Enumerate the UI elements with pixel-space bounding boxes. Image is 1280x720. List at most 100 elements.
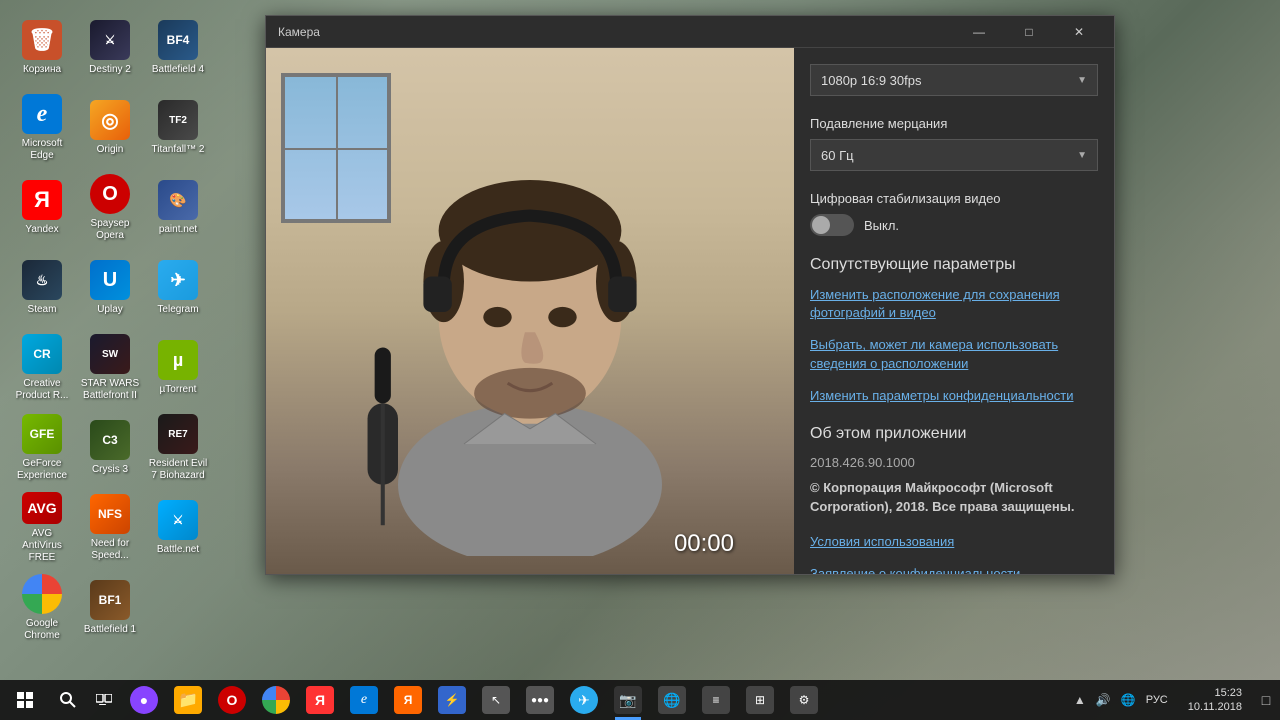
taskbar-search-button[interactable] bbox=[50, 680, 86, 720]
desktop-icon-opera[interactable]: O Spaysep Opera bbox=[76, 168, 144, 248]
taskbar-edge[interactable]: e bbox=[342, 680, 386, 720]
stabilization-toggle[interactable] bbox=[810, 214, 854, 236]
start-icon bbox=[17, 692, 33, 708]
about-app-group: Об этом приложении 2018.426.90.1000 © Ко… bbox=[810, 425, 1098, 574]
desktop-icon-paintnet[interactable]: 🎨 paint.net bbox=[144, 168, 212, 248]
desktop-icon-basket[interactable]: 🗑 Корзина bbox=[8, 8, 76, 88]
minimize-button[interactable]: — bbox=[956, 18, 1002, 46]
stabilization-label: Цифровая стабилизация видео bbox=[810, 191, 1098, 206]
desktop-icon-starwars[interactable]: SW STAR WARS Battlefront II bbox=[76, 328, 144, 408]
taskbar-camera[interactable]: 📷 bbox=[606, 680, 650, 720]
chrome-label: Google Chrome bbox=[12, 618, 72, 642]
nfs-icon: NFS bbox=[90, 494, 130, 534]
taskbar-app1[interactable]: ⚡ bbox=[430, 680, 474, 720]
resolution-group: 1080р 16:9 30fps ▼ bbox=[810, 64, 1098, 96]
maximize-button[interactable]: □ bbox=[1006, 18, 1052, 46]
taskbar-globe[interactable]: 🌐 bbox=[650, 680, 694, 720]
location-access-link[interactable]: Выбрать, может ли камера использовать св… bbox=[810, 336, 1098, 372]
desktop-icon-bf4[interactable]: BF4 Battlefield 4 bbox=[144, 8, 212, 88]
related-params-group: Сопутствующие параметры Изменить располо… bbox=[810, 256, 1098, 405]
utorrent-icon: µ bbox=[158, 340, 198, 380]
tray-language[interactable]: РУС bbox=[1142, 680, 1172, 720]
creative-label: Creative Product R... bbox=[12, 378, 72, 402]
desktop-icon-bf1[interactable]: BF1 Battlefield 1 bbox=[76, 568, 144, 648]
flicker-dropdown[interactable]: 60 Гц ▼ bbox=[810, 139, 1098, 171]
taskbar-yandex2[interactable]: Я bbox=[386, 680, 430, 720]
desktop-icons: 🗑 Корзина e Microsoft Edge Я Yandex ♨ St… bbox=[0, 0, 200, 680]
stabilization-toggle-row: Выкл. bbox=[810, 214, 1098, 236]
taskbar-yandex[interactable]: Я bbox=[298, 680, 342, 720]
edge-icon: e bbox=[22, 94, 62, 134]
yandex-icon: Я bbox=[22, 180, 62, 220]
taskview-icon bbox=[96, 694, 112, 706]
resolution-dropdown[interactable]: 1080р 16:9 30fps ▼ bbox=[810, 64, 1098, 96]
camera-feed: 00:00 bbox=[266, 48, 794, 574]
desktop-icon-telegram[interactable]: ✈ Telegram bbox=[144, 248, 212, 328]
taskview-button[interactable] bbox=[86, 680, 122, 720]
resident-label: Resident Evil 7 Biohazard bbox=[148, 458, 208, 482]
taskbar-list[interactable]: ≡ bbox=[694, 680, 738, 720]
geforce-label: GeForce Experience bbox=[12, 458, 72, 482]
clock[interactable]: 15:23 10.11.2018 bbox=[1178, 680, 1252, 720]
window-content: 00:00 1080р 16:9 30fps ▼ Подавление мерц… bbox=[266, 48, 1114, 574]
steam-icon: ♨ bbox=[22, 260, 62, 300]
settings-panel: 1080р 16:9 30fps ▼ Подавление мерцания 6… bbox=[794, 48, 1114, 574]
opera-icon: O bbox=[90, 174, 130, 214]
desktop-icon-steam[interactable]: ♨ Steam bbox=[8, 248, 76, 328]
tray-volume[interactable]: 🔊 bbox=[1092, 680, 1115, 720]
destiny-icon: ⚔ bbox=[90, 20, 130, 60]
taskbar-apps: ● 📁 O Я e Я bbox=[122, 680, 1064, 720]
titanfall-icon: TF2 bbox=[158, 100, 198, 140]
desktop-icon-yandex[interactable]: Я Yandex bbox=[8, 168, 76, 248]
desktop-icon-battle[interactable]: ⚔ Battle.net bbox=[144, 488, 212, 568]
taskbar-system-tray: ▲ 🔊 🌐 РУС bbox=[1064, 680, 1178, 720]
desktop-icon-crysis[interactable]: C3 Crysis 3 bbox=[76, 408, 144, 488]
save-location-link[interactable]: Изменить расположение для сохранения фот… bbox=[810, 286, 1098, 322]
crysis-icon: C3 bbox=[90, 420, 130, 460]
taskbar-explorer[interactable]: 📁 bbox=[166, 680, 210, 720]
flicker-group: Подавление мерцания 60 Гц ▼ bbox=[810, 116, 1098, 171]
taskbar-dots[interactable]: ●●● bbox=[518, 680, 562, 720]
titanfall-label: Titanfall™ 2 bbox=[152, 144, 205, 156]
terms-link[interactable]: Условия использования bbox=[810, 533, 1098, 551]
start-button[interactable] bbox=[0, 680, 50, 720]
desktop-icon-destiny[interactable]: ⚔ Destiny 2 bbox=[76, 8, 144, 88]
desktop-icon-geforce[interactable]: GFE GeForce Experience bbox=[8, 408, 76, 488]
close-button[interactable]: ✕ bbox=[1056, 18, 1102, 46]
desktop-icon-avg[interactable]: AVG AVG AntiVirus FREE bbox=[8, 488, 76, 568]
geforce-icon: GFE bbox=[22, 414, 62, 454]
desktop-icon-titanfall[interactable]: TF2 Titanfall™ 2 bbox=[144, 88, 212, 168]
origin-icon: ◎ bbox=[90, 100, 130, 140]
paintnet-label: paint.net bbox=[159, 224, 197, 236]
desktop-icon-edge[interactable]: e Microsoft Edge bbox=[8, 88, 76, 168]
desktop-icon-creative[interactable]: CR Creative Product R... bbox=[8, 328, 76, 408]
window-controls: — □ ✕ bbox=[956, 18, 1102, 46]
taskbar-telegram[interactable]: ✈ bbox=[562, 680, 606, 720]
avg-label: AVG AntiVirus FREE bbox=[12, 528, 72, 564]
desktop-icon-utorrent[interactable]: µ µTorrent bbox=[144, 328, 212, 408]
desktop-icon-chrome[interactable]: Google Chrome bbox=[8, 568, 76, 648]
tray-network[interactable]: 🌐 bbox=[1117, 680, 1140, 720]
tray-expand[interactable]: ▲ bbox=[1070, 680, 1090, 720]
privacy-params-link[interactable]: Изменить параметры конфиденциальности bbox=[810, 387, 1098, 405]
avg-icon: AVG bbox=[22, 492, 62, 524]
desktop-icon-nfs[interactable]: NFS Need for Speed... bbox=[76, 488, 144, 568]
taskbar-cursor[interactable]: ↖ bbox=[474, 680, 518, 720]
nfs-label: Need for Speed... bbox=[80, 538, 140, 562]
taskbar-settings-app[interactable]: ⚙ bbox=[782, 680, 826, 720]
taskbar: ● 📁 O Я e Я bbox=[0, 680, 1280, 720]
taskbar-cortana[interactable]: ● bbox=[122, 680, 166, 720]
stabilization-group: Цифровая стабилизация видео Выкл. bbox=[810, 191, 1098, 236]
taskbar-grid[interactable]: ⊞ bbox=[738, 680, 782, 720]
notification-button[interactable]: □ bbox=[1252, 680, 1280, 720]
resident-icon: RE7 bbox=[158, 414, 198, 454]
desktop-icon-origin[interactable]: ◎ Origin bbox=[76, 88, 144, 168]
taskbar-opera[interactable]: O bbox=[210, 680, 254, 720]
camera-timestamp: 00:00 bbox=[674, 530, 734, 558]
desktop-icon-resident[interactable]: RE7 Resident Evil 7 Biohazard bbox=[144, 408, 212, 488]
privacy-link[interactable]: Заявление о конфиденциальности bbox=[810, 565, 1098, 574]
desktop-icon-uplay[interactable]: U Uplay bbox=[76, 248, 144, 328]
destiny-label: Destiny 2 bbox=[89, 64, 131, 76]
taskbar-chrome[interactable] bbox=[254, 680, 298, 720]
origin-label: Origin bbox=[97, 144, 124, 156]
